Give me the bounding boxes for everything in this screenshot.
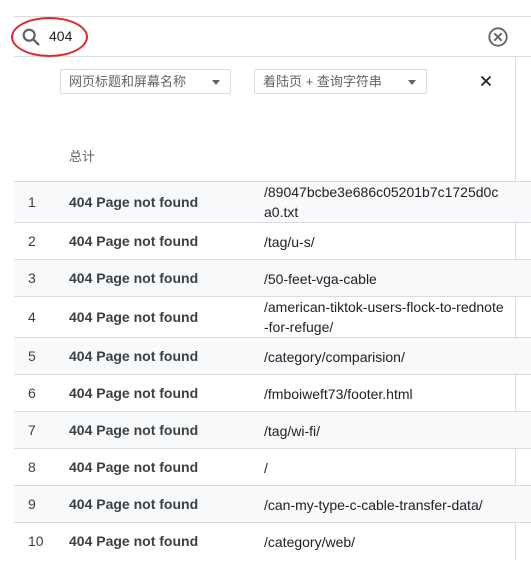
table-row[interactable]: 6 404 Page not found/fmboiweft73/footer.h… [14, 374, 531, 411]
row-index: 6 [28, 385, 36, 401]
dimension-select-secondary[interactable]: 着陆页 + 查询字符串 [254, 69, 427, 94]
clear-circle-icon[interactable] [487, 26, 509, 48]
chevron-down-icon [212, 80, 220, 85]
row-index: 4 [28, 309, 36, 325]
page-title-cell: 404 Page not found [69, 533, 199, 549]
dimension-select-label-right: 查询字符串 [316, 74, 382, 89]
landing-page-cell: /category/comparision/ [264, 349, 405, 365]
table-row[interactable]: 10 404 Page not found/category/web/ [14, 522, 531, 559]
landing-page-cell: /fmboiweft73/footer.html [264, 386, 413, 402]
table-row[interactable]: 4 404 Page not found/american-tiktok-user… [14, 296, 531, 337]
row-index: 8 [28, 459, 36, 475]
table-row[interactable]: 3 404 Page not found/50-feet-vga-cable [14, 259, 531, 296]
landing-page-cell: /can-my-type-c-cable-transfer-data/ [264, 497, 483, 513]
dimension-plus: + [305, 74, 314, 89]
row-index: 3 [28, 270, 36, 286]
row-index: 1 [28, 194, 36, 210]
page-title-cell: 404 Page not found [69, 270, 199, 286]
search-bar[interactable]: 404 [11, 16, 531, 57]
search-icon[interactable] [20, 26, 42, 48]
search-input[interactable]: 404 [49, 28, 72, 44]
dimension-select-primary[interactable]: 网页标题和屏幕名称 [60, 69, 231, 94]
page-title-cell: 404 Page not found [69, 309, 199, 325]
row-index: 5 [28, 348, 36, 364]
page-title-cell: 404 Page not found [69, 194, 199, 210]
row-index: 10 [28, 533, 44, 549]
landing-page-cell: /tag/wi-fi/ [264, 423, 321, 439]
landing-page-cell: /89047bcbe3e686c05201b7c1725d0ca0.txt [264, 184, 499, 220]
page-title-cell: 404 Page not found [69, 422, 199, 438]
page-title-cell: 404 Page not found [69, 459, 199, 475]
landing-page-cell: /category/web/ [264, 534, 356, 550]
table-row[interactable]: 9 404 Page not found/can-my-type-c-cable-… [14, 485, 531, 522]
table-row[interactable]: 7 404 Page not found/tag/wi-fi/ [14, 411, 531, 448]
close-icon[interactable] [478, 73, 494, 89]
results-table: 1 404 Page not found/89047bcbe3e686c05201… [14, 181, 531, 559]
table-row[interactable]: 2 404 Page not found/tag/u-s/ [14, 222, 531, 259]
row-index: 7 [28, 422, 36, 438]
table-row[interactable]: 1 404 Page not found/89047bcbe3e686c05201… [14, 181, 531, 222]
landing-page-cell: /50-feet-vga-cable [264, 271, 377, 287]
chevron-down-icon [408, 80, 416, 85]
page-title-cell: 404 Page not found [69, 385, 199, 401]
row-index: 9 [28, 496, 36, 512]
row-index: 2 [28, 233, 36, 249]
table-row[interactable]: 8 404 Page not found / [14, 448, 531, 485]
page-title-cell: 404 Page not found [69, 233, 199, 249]
table-row[interactable]: 5 404 Page not found/category/comparision… [14, 337, 531, 374]
landing-page-cell: / [264, 460, 268, 476]
dimension-select-label: 网页标题和屏幕名称 [69, 74, 187, 89]
landing-page-cell: /tag/u-s/ [264, 234, 315, 250]
page-title-cell: 404 Page not found [69, 348, 199, 364]
dimension-select-label-left: 着陆页 [263, 74, 303, 89]
landing-page-cell: /american-tiktok-users-flock-to-rednote-… [264, 299, 504, 335]
page-title-cell: 404 Page not found [69, 496, 199, 512]
total-label: 总计 [69, 149, 96, 164]
